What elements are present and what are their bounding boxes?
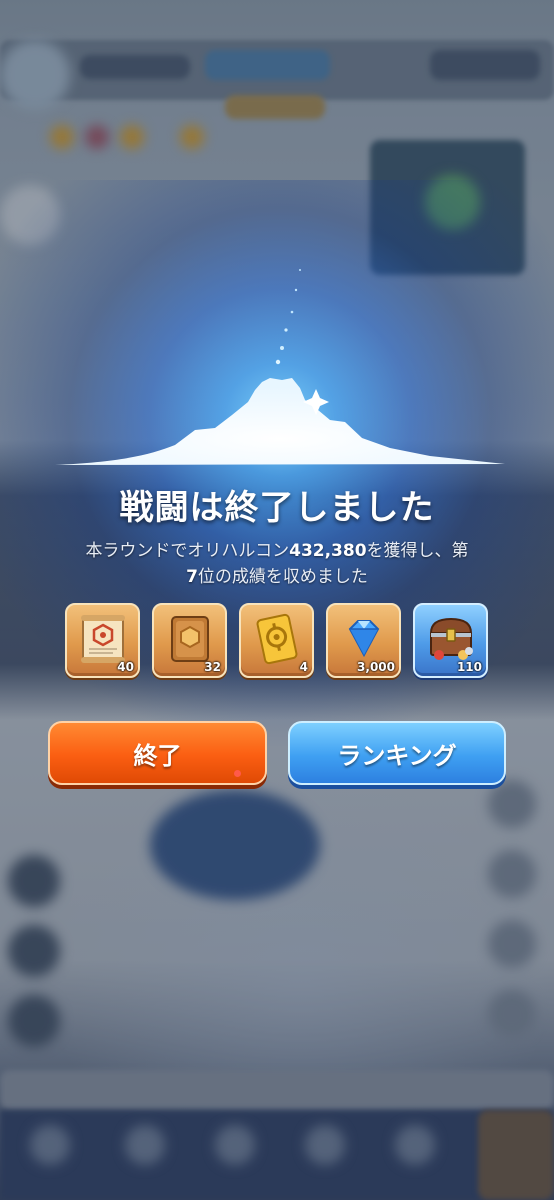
reward-quantity: 40 xyxy=(117,660,134,674)
reward-item-book[interactable]: 32 xyxy=(152,603,227,678)
book-icon xyxy=(171,616,209,662)
reward-list: 40 32 4 3,000 110 xyxy=(65,603,489,681)
scroll-icon xyxy=(81,615,125,663)
gold-ticket-icon xyxy=(256,613,298,665)
exit-button[interactable]: 終了 xyxy=(48,721,267,785)
description-suffix: 位の成績を収めました xyxy=(197,567,368,587)
reward-quantity: 3,000 xyxy=(357,660,395,674)
treasure-chest-icon xyxy=(429,617,473,660)
battle-ended-title: 戦闘は終了しました xyxy=(119,488,435,528)
ranking-button[interactable]: ランキング xyxy=(288,721,506,785)
ranking-button-label: ランキング xyxy=(337,741,457,770)
reward-item-diamond[interactable]: 3,000 xyxy=(326,603,401,678)
reward-item-ticket[interactable]: 4 xyxy=(239,603,314,678)
exit-button-label: 終了 xyxy=(133,741,182,770)
description-prefix: 本ラウンドでオリハルコン xyxy=(85,541,290,561)
mountain-silhouette-icon xyxy=(55,269,505,465)
diamond-icon xyxy=(348,620,380,658)
description-mid: を獲得し、第 xyxy=(366,541,469,561)
reward-quantity: 32 xyxy=(204,660,221,674)
reward-quantity: 4 xyxy=(299,660,308,674)
rank-number: 7 xyxy=(186,567,198,587)
reward-item-scroll[interactable]: 40 xyxy=(65,603,140,678)
notification-dot xyxy=(234,770,241,777)
orichalcum-amount: 432,380 xyxy=(289,541,367,561)
reward-item-chest[interactable]: 110 xyxy=(413,603,488,678)
result-description: 本ラウンドでオリハルコン432,380を獲得し、第 7位の成績を収めました xyxy=(0,538,554,590)
reward-quantity: 110 xyxy=(456,660,482,674)
